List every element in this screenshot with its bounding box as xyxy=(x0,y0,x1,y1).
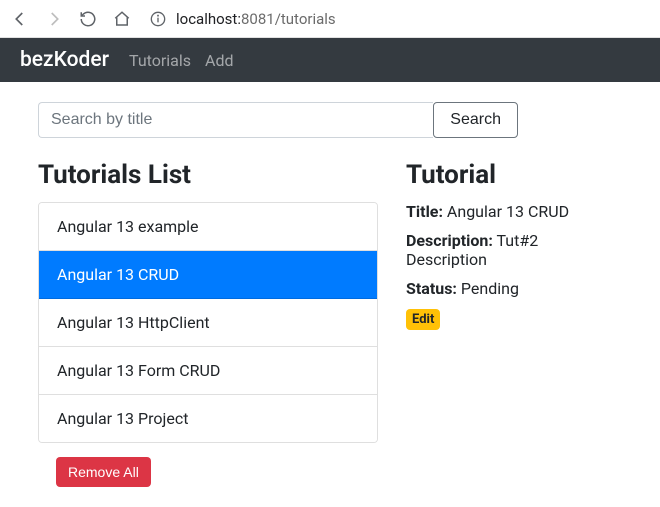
address-bar[interactable]: localhost:8081/tutorials xyxy=(146,10,650,28)
edit-button[interactable]: Edit xyxy=(406,309,440,330)
list-item[interactable]: Angular 13 example xyxy=(39,203,377,251)
tutorials-list: Angular 13 example Angular 13 CRUD Angul… xyxy=(38,202,378,443)
search-button[interactable]: Search xyxy=(433,102,518,138)
detail-description: Description: Tut#2 Description xyxy=(406,231,622,269)
detail-heading: Tutorial xyxy=(406,160,622,190)
site-info-icon[interactable] xyxy=(150,11,166,27)
detail-status: Status: Pending xyxy=(406,279,622,298)
list-item[interactable]: Angular 13 CRUD xyxy=(39,251,377,299)
search-row: Search xyxy=(38,102,518,138)
brand[interactable]: bezKoder xyxy=(20,48,109,72)
reload-icon[interactable] xyxy=(78,9,98,29)
remove-all-button[interactable]: Remove All xyxy=(56,457,151,487)
nav-link-tutorials[interactable]: Tutorials xyxy=(129,51,191,70)
url-text: localhost:8081/tutorials xyxy=(176,10,336,28)
list-item[interactable]: Angular 13 Form CRUD xyxy=(39,347,377,395)
browser-toolbar: localhost:8081/tutorials xyxy=(0,0,660,38)
forward-icon[interactable] xyxy=(44,9,64,29)
list-item[interactable]: Angular 13 Project xyxy=(39,395,377,442)
list-item[interactable]: Angular 13 HttpClient xyxy=(39,299,377,347)
navbar: bezKoder Tutorials Add xyxy=(0,38,660,82)
home-icon[interactable] xyxy=(112,9,132,29)
detail-title: Title: Angular 13 CRUD xyxy=(406,202,622,221)
search-input[interactable] xyxy=(38,102,433,138)
back-icon[interactable] xyxy=(10,9,30,29)
list-heading: Tutorials List xyxy=(38,160,378,190)
nav-link-add[interactable]: Add xyxy=(205,51,233,70)
